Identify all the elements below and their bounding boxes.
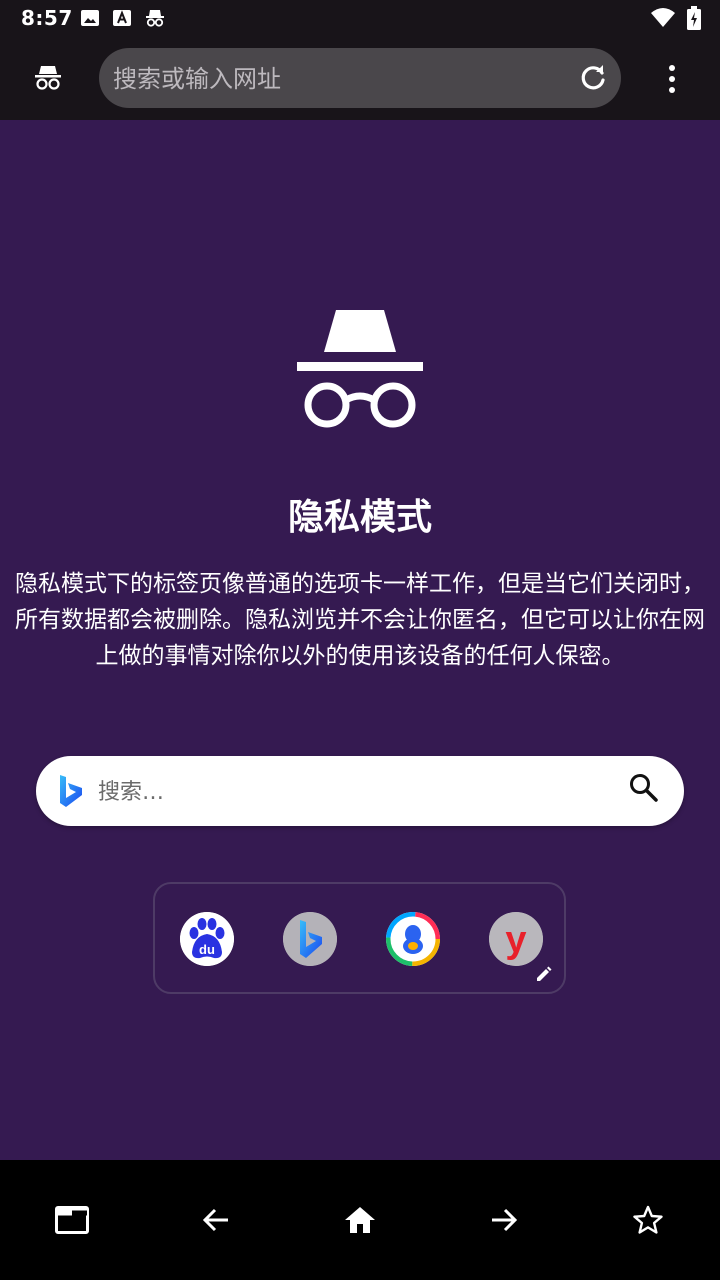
tabs-button[interactable] bbox=[52, 1200, 92, 1240]
incognito-button[interactable] bbox=[24, 58, 72, 98]
bing-icon bbox=[60, 775, 82, 807]
forward-arrow-icon bbox=[492, 1208, 518, 1232]
shortcut-baidu[interactable]: du bbox=[180, 912, 234, 966]
status-left-icons bbox=[80, 8, 166, 28]
edit-icon[interactable] bbox=[534, 964, 554, 984]
star-icon bbox=[633, 1205, 663, 1234]
baidu-icon: du bbox=[180, 912, 234, 966]
back-button[interactable] bbox=[196, 1200, 236, 1240]
description-line: 上做的事情对除你以外的使用该设备的任何人保密。 bbox=[95, 643, 625, 669]
youku-icon: y bbox=[489, 912, 543, 966]
status-time: 8:57 bbox=[21, 6, 73, 30]
browser-toolbar bbox=[0, 38, 720, 120]
more-vert-icon[interactable] bbox=[660, 64, 684, 94]
shortcut-youku[interactable]: y bbox=[489, 912, 543, 966]
description-line: 隐私模式下的标签页像普通的选项卡一样工作，但是当它们关闭时， bbox=[15, 571, 705, 597]
qq-icon bbox=[386, 912, 440, 966]
shortcut-qq[interactable] bbox=[386, 912, 440, 966]
status-bar: 8:57 bbox=[0, 0, 720, 38]
bookmark-button[interactable] bbox=[628, 1200, 668, 1240]
status-right-icons bbox=[650, 6, 702, 30]
a-icon bbox=[113, 10, 131, 26]
incognito-icon bbox=[146, 10, 164, 27]
search-icon[interactable] bbox=[628, 772, 660, 804]
wifi-icon bbox=[651, 8, 675, 27]
forward-button[interactable] bbox=[484, 1200, 524, 1240]
url-input[interactable] bbox=[111, 48, 565, 110]
tabs-icon bbox=[55, 1206, 89, 1234]
search-box bbox=[36, 756, 684, 828]
url-bar bbox=[99, 48, 621, 110]
youku-logo-text: y bbox=[505, 919, 526, 961]
page-title: 隐私模式 bbox=[287, 497, 432, 538]
description-line: 所有数据都会被删除。隐私浏览并不会让你匿名，但它可以让你在网 bbox=[15, 607, 705, 633]
battery-icon bbox=[687, 6, 701, 30]
back-arrow-icon bbox=[202, 1208, 228, 1232]
reload-icon[interactable] bbox=[577, 62, 609, 94]
search-input[interactable] bbox=[96, 756, 620, 828]
image-icon bbox=[81, 10, 99, 26]
bing-shortcut-icon bbox=[283, 912, 337, 966]
shortcut-bing[interactable] bbox=[283, 912, 337, 966]
incognito-icon bbox=[35, 66, 61, 90]
shortcuts-panel: du y bbox=[153, 882, 566, 994]
bottom-navigation bbox=[0, 1160, 720, 1280]
incognito-description: 隐私模式下的标签页像普通的选项卡一样工作，但是当它们关闭时， 所有数据都会被删除… bbox=[0, 566, 720, 674]
home-icon bbox=[345, 1207, 375, 1233]
baidu-logo-text: du bbox=[199, 942, 215, 957]
incognito-hero-icon bbox=[297, 310, 423, 428]
home-button[interactable] bbox=[340, 1200, 380, 1240]
